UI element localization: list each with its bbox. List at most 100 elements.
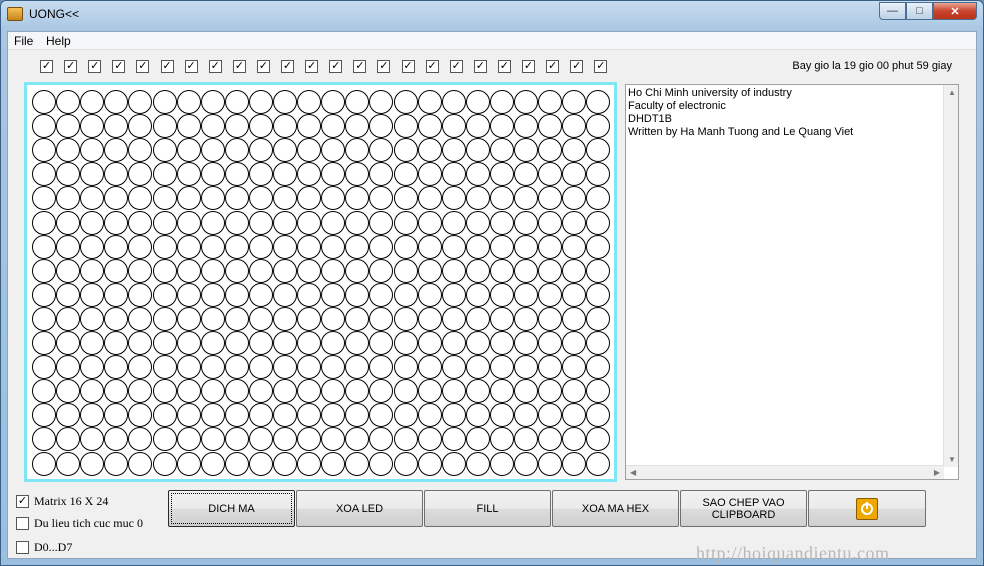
led-cell[interactable] <box>345 306 370 331</box>
led-cell[interactable] <box>176 403 201 428</box>
led-cell[interactable] <box>345 186 370 211</box>
column-checkbox[interactable]: ✓ <box>281 60 294 73</box>
led-cell[interactable] <box>200 186 225 211</box>
column-checkbox[interactable]: ✓ <box>136 60 150 73</box>
led-cell[interactable] <box>152 403 177 428</box>
led-cell[interactable] <box>128 331 153 355</box>
led-cell[interactable] <box>489 427 514 452</box>
led-cell[interactable] <box>80 451 105 476</box>
led-cell[interactable] <box>248 210 273 235</box>
column-checkbox[interactable]: ✓ <box>232 60 246 73</box>
led-cell[interactable] <box>200 138 225 163</box>
led-cell[interactable] <box>152 451 177 476</box>
led-cell[interactable] <box>200 114 225 139</box>
led-cell[interactable] <box>393 90 418 114</box>
xoa-led-button[interactable]: XOA LED <box>296 490 423 527</box>
led-cell[interactable] <box>104 186 129 211</box>
led-cell[interactable] <box>273 90 297 114</box>
led-cell[interactable] <box>104 379 129 404</box>
led-cell[interactable] <box>297 427 322 452</box>
led-cell[interactable] <box>586 451 611 476</box>
led-cell[interactable] <box>176 451 201 476</box>
led-cell[interactable] <box>465 138 490 163</box>
led-cell[interactable] <box>586 403 611 428</box>
led-cell[interactable] <box>80 138 105 163</box>
led-cell[interactable] <box>56 138 81 163</box>
led-cell[interactable] <box>562 258 587 283</box>
led-cell[interactable] <box>176 379 201 404</box>
led-cell[interactable] <box>465 210 490 235</box>
led-cell[interactable] <box>321 451 346 476</box>
led-cell[interactable] <box>369 282 394 307</box>
led-cell[interactable] <box>465 258 490 283</box>
led-cell[interactable] <box>562 114 587 139</box>
led-cell[interactable] <box>489 403 514 428</box>
led-cell[interactable] <box>586 114 611 139</box>
led-cell[interactable] <box>441 210 466 235</box>
led-cell[interactable] <box>514 258 538 283</box>
led-cell[interactable] <box>369 355 394 380</box>
led-cell[interactable] <box>393 258 418 283</box>
led-cell[interactable] <box>586 427 611 452</box>
led-cell[interactable] <box>514 282 538 307</box>
column-checkbox[interactable]: ✓ <box>112 60 126 73</box>
led-cell[interactable] <box>345 90 370 114</box>
led-cell[interactable] <box>297 186 322 211</box>
led-cell[interactable] <box>393 210 418 235</box>
led-cell[interactable] <box>417 331 442 355</box>
led-cell[interactable] <box>586 331 611 355</box>
led-cell[interactable] <box>369 427 394 452</box>
led-cell[interactable] <box>441 331 466 355</box>
led-cell[interactable] <box>297 282 322 307</box>
led-cell[interactable] <box>465 162 490 187</box>
led-cell[interactable] <box>32 282 56 307</box>
led-cell[interactable] <box>489 162 514 187</box>
led-cell[interactable] <box>297 331 322 355</box>
led-cell[interactable] <box>562 331 587 355</box>
column-checkbox[interactable]: ✓ <box>522 60 535 73</box>
led-cell[interactable] <box>176 90 201 114</box>
led-cell[interactable] <box>32 90 56 114</box>
led-cell[interactable] <box>224 355 249 380</box>
led-cell[interactable] <box>200 162 225 187</box>
led-cell[interactable] <box>393 162 418 187</box>
horizontal-scrollbar[interactable]: ◀ ▶ <box>626 465 944 479</box>
led-cell[interactable] <box>562 90 587 114</box>
title-bar[interactable]: UONG<< — □ ✕ <box>1 1 983 29</box>
led-cell[interactable] <box>248 258 273 283</box>
led-cell[interactable] <box>538 379 563 404</box>
led-cell[interactable] <box>345 427 370 452</box>
column-checkbox[interactable]: ✓ <box>570 60 584 73</box>
led-cell[interactable] <box>538 282 563 307</box>
led-cell[interactable] <box>224 306 249 331</box>
led-cell[interactable] <box>321 355 346 380</box>
led-cell[interactable] <box>417 427 442 452</box>
led-cell[interactable] <box>128 379 153 404</box>
led-cell[interactable] <box>176 258 201 283</box>
led-cell[interactable] <box>224 331 249 355</box>
led-cell[interactable] <box>417 234 442 259</box>
led-cell[interactable] <box>297 114 322 139</box>
led-cell[interactable] <box>56 427 81 452</box>
led-cell[interactable] <box>465 234 490 259</box>
led-cell[interactable] <box>104 427 129 452</box>
led-cell[interactable] <box>369 114 394 139</box>
led-cell[interactable] <box>80 114 105 139</box>
led-cell[interactable] <box>104 210 129 235</box>
led-cell[interactable] <box>80 355 105 380</box>
led-cell[interactable] <box>128 90 153 114</box>
led-cell[interactable] <box>224 427 249 452</box>
led-cell[interactable] <box>489 114 514 139</box>
led-cell[interactable] <box>393 451 418 476</box>
led-cell[interactable] <box>248 355 273 380</box>
column-checkbox[interactable]: ✓ <box>401 60 415 73</box>
led-cell[interactable] <box>514 451 538 476</box>
led-cell[interactable] <box>441 355 466 380</box>
led-cell[interactable] <box>128 210 153 235</box>
led-cell[interactable] <box>345 355 370 380</box>
led-cell[interactable] <box>562 234 587 259</box>
led-cell[interactable] <box>248 403 273 428</box>
led-cell[interactable] <box>152 258 177 283</box>
led-cell[interactable] <box>538 162 563 187</box>
led-cell[interactable] <box>393 331 418 355</box>
